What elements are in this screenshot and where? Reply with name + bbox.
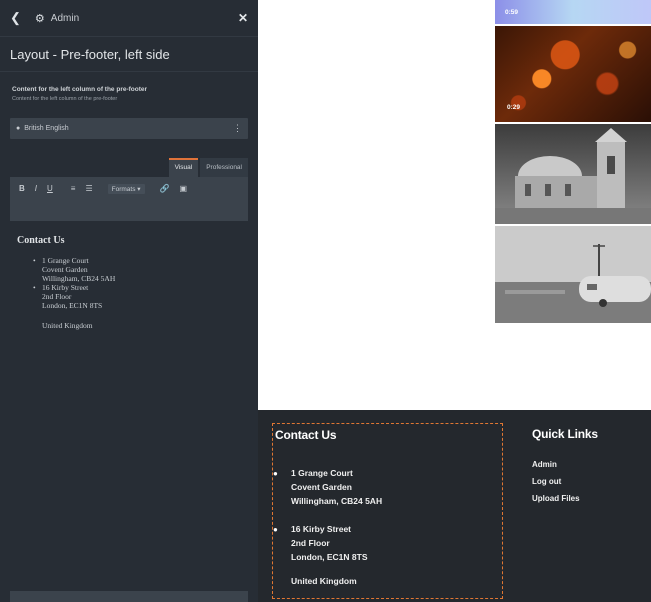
globe-icon: ● bbox=[16, 125, 21, 132]
address-line: Covent Garden bbox=[42, 265, 88, 274]
address-line: 2nd Floor bbox=[42, 292, 72, 301]
address-line: Covent Garden bbox=[291, 482, 352, 492]
formats-dropdown[interactable]: Formats ▾ bbox=[107, 184, 145, 194]
address-line: 2nd Floor bbox=[291, 538, 330, 548]
editor-country: United Kingdom bbox=[42, 321, 93, 330]
panel-title: Layout - Pre-footer, left side bbox=[0, 37, 258, 72]
bullet-list-icon[interactable]: ☰ bbox=[82, 184, 95, 194]
address-line: London, EC1N 8TS bbox=[42, 301, 103, 310]
address-line: Willingham, CB24 5AH bbox=[291, 496, 383, 506]
editor-tabs: Visual Professional bbox=[10, 158, 248, 177]
address-line: 16 Kirby Street bbox=[42, 283, 89, 292]
address-line: 1 Grange Court bbox=[42, 256, 89, 265]
italic-button[interactable]: I bbox=[32, 184, 40, 194]
prefooter: Contact Us ● 1 Grange Court Covent Garde… bbox=[258, 410, 651, 602]
prefooter-country: United Kingdom bbox=[291, 576, 357, 586]
panel-top-label: Admin bbox=[50, 12, 80, 24]
address-line: 1 Grange Court bbox=[291, 468, 353, 478]
video-duration: 0:59 bbox=[505, 9, 519, 16]
video-thumbnail[interactable]: 0:29 bbox=[495, 26, 651, 122]
address-line: 16 Kirby Street bbox=[291, 524, 351, 534]
field-description: Content for the left column of the pre-f… bbox=[12, 96, 118, 102]
church-photo bbox=[495, 124, 651, 224]
back-arrow-icon[interactable]: ❮ bbox=[10, 10, 21, 26]
more-options-icon[interactable]: ⋮ bbox=[233, 123, 242, 134]
video-thumbnail[interactable]: 0:59 bbox=[495, 0, 651, 24]
address-line: London, EC1N 8TS bbox=[291, 552, 368, 562]
image-thumbnail[interactable] bbox=[495, 124, 651, 224]
editor-content[interactable]: Contact Us 1 Grange Court Covent Garden … bbox=[0, 221, 258, 330]
image-thumbnail[interactable] bbox=[495, 226, 651, 323]
trailer-photo bbox=[495, 226, 651, 323]
prefooter-contact-heading: Contact Us bbox=[275, 428, 337, 442]
link-icon[interactable]: 🔗 bbox=[157, 184, 173, 194]
editor-heading: Contact Us bbox=[17, 235, 65, 246]
panel-bottom-bar bbox=[10, 591, 248, 602]
prefooter-right-column: Quick Links Admin Log out Upload Files bbox=[532, 423, 598, 507]
language-label: British English bbox=[24, 125, 69, 132]
prefooter-left-column[interactable]: Contact Us ● 1 Grange Court Covent Garde… bbox=[272, 423, 503, 599]
map-pin-icon: ● bbox=[273, 469, 278, 478]
video-duration: 0:29 bbox=[507, 104, 521, 111]
underline-button[interactable]: U bbox=[44, 184, 56, 194]
quick-link-upload-files[interactable]: Upload Files bbox=[532, 490, 598, 507]
tab-visual[interactable]: Visual bbox=[168, 158, 199, 177]
quick-links-heading: Quick Links bbox=[532, 427, 598, 441]
list-item: 1 Grange Court Covent Garden Willingham,… bbox=[17, 256, 248, 283]
ordered-list-icon[interactable]: ≡ bbox=[68, 184, 79, 194]
address-block: ● 16 Kirby Street 2nd Floor London, EC1N… bbox=[273, 522, 368, 564]
quick-link-admin[interactable]: Admin bbox=[532, 456, 598, 473]
editor-address-list: 1 Grange Court Covent Garden Willingham,… bbox=[17, 256, 248, 310]
media-strip: 0:59 0:29 bbox=[495, 0, 651, 325]
field-label: Content for the left column of the pre-f… bbox=[12, 86, 148, 93]
quick-link-logout[interactable]: Log out bbox=[532, 473, 598, 490]
map-pin-icon: ● bbox=[273, 525, 278, 534]
language-selector[interactable]: ● British English ⋮ bbox=[10, 118, 248, 139]
close-icon[interactable]: ✕ bbox=[238, 11, 248, 25]
list-item: 16 Kirby Street 2nd Floor London, EC1N 8… bbox=[17, 283, 248, 310]
site-preview: 0:59 0:29 Contact Us ● 1 Grange Court Co… bbox=[258, 0, 651, 602]
image-icon[interactable]: ▣ bbox=[177, 184, 191, 194]
editor-toolbar: B I U ≡ ☰ Formats ▾ 🔗 ▣ bbox=[10, 177, 248, 221]
bold-button[interactable]: B bbox=[16, 184, 28, 194]
tab-professional[interactable]: Professional bbox=[200, 158, 248, 177]
gear-icon: ⚙ bbox=[34, 12, 45, 25]
address-block: ● 1 Grange Court Covent Garden Willingha… bbox=[273, 466, 382, 508]
quick-links-list: Admin Log out Upload Files bbox=[532, 456, 598, 507]
address-line: Willingham, CB24 5AH bbox=[42, 274, 116, 283]
panel-top-bar: ❮ ⚙ Admin ✕ bbox=[0, 0, 258, 37]
admin-panel: ❮ ⚙ Admin ✕ Layout - Pre-footer, left si… bbox=[0, 0, 258, 602]
